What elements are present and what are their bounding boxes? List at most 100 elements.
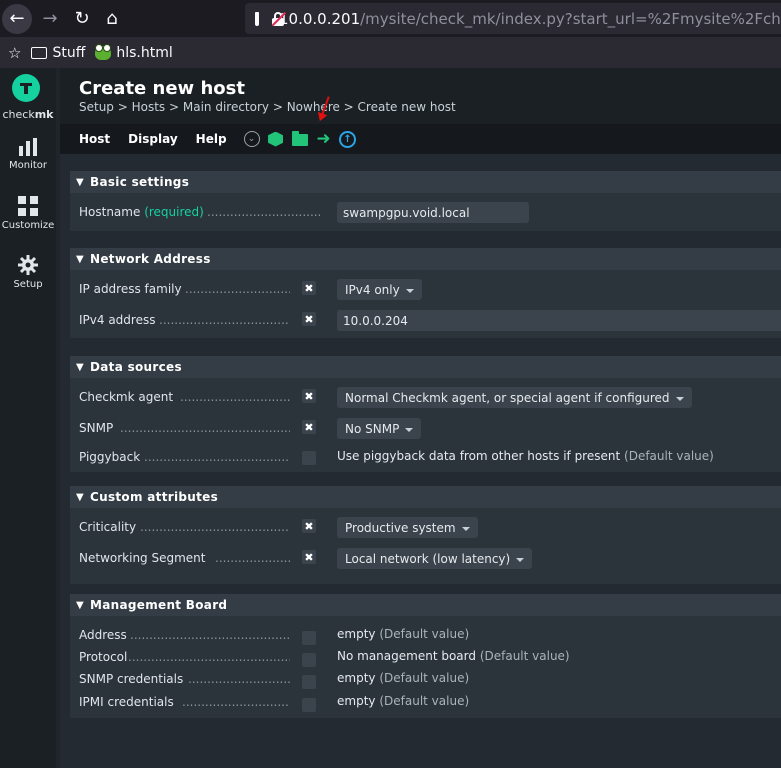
leader-dots: .............................. (185, 282, 290, 296)
mgmt-protocol-label: Protocol (79, 650, 128, 664)
collapse-triangle-icon: ▼ (76, 491, 84, 503)
mgmt-address-value: empty (Default value) (337, 627, 470, 641)
sidebar: checkmk Monitor Customize Setup (0, 68, 56, 768)
upload-circle-icon[interactable]: ↑ (339, 130, 357, 148)
leader-dots: ........................................… (130, 628, 290, 642)
chevron-down-icon (405, 288, 414, 293)
mgmt-snmp-cred-label: SNMP credentials (79, 672, 184, 686)
hostname-row: Hostname (required) ....................… (70, 202, 781, 224)
snmp-row: SNMP ...................................… (70, 418, 781, 440)
back-button[interactable]: ← (2, 3, 32, 34)
sidebar-item-setup[interactable]: Setup (0, 255, 56, 290)
mgmt-protocol-row: Protocol ...............................… (70, 647, 781, 669)
criticality-checkbox[interactable]: ✖ (302, 519, 316, 533)
bookmark-hls[interactable]: hls.html (95, 43, 173, 61)
leader-dots: ........................................… (140, 520, 290, 534)
criticality-dropdown[interactable]: Productive system (337, 517, 478, 538)
checkmk-logo-icon[interactable] (12, 74, 40, 102)
chevron-down-icon (461, 526, 470, 531)
piggyback-row: Piggyback ..............................… (70, 447, 781, 469)
ip-family-dropdown[interactable]: IPv4 only (337, 279, 422, 300)
toggle-suggestions-icon[interactable]: ⌄ (243, 130, 261, 148)
mgmt-snmp-cred-row: SNMP credentials .......................… (70, 669, 781, 691)
sidebar-item-customize[interactable]: Customize (0, 196, 56, 231)
leader-dots: .............................. (207, 205, 320, 219)
section-header[interactable]: ▼ Management Board (70, 594, 781, 616)
mgmt-ipmi-checkbox[interactable] (302, 698, 316, 712)
mgmt-address-checkbox[interactable] (302, 631, 316, 645)
page-title: Create new host (79, 78, 245, 99)
chevron-down-icon (405, 427, 414, 432)
mgmt-protocol-checkbox[interactable] (302, 653, 316, 667)
tracking-shield-icon[interactable] (255, 11, 259, 26)
bar-chart-icon (19, 138, 37, 156)
piggyback-value: Use piggyback data from other hosts if p… (337, 449, 714, 463)
url-text[interactable]: 10.0.0.201/mysite/check_mk/index.py?star… (279, 10, 781, 28)
menu-display[interactable]: Display (128, 132, 177, 146)
gear-icon (18, 255, 38, 275)
ipv4-checkbox[interactable]: ✖ (302, 312, 316, 326)
section-header[interactable]: ▼ Network Address (70, 248, 781, 270)
mgmt-snmp-cred-value: empty (Default value) (337, 671, 470, 685)
criticality-row: Criticality ............................… (70, 517, 781, 539)
url-bar[interactable]: 10.0.0.201/mysite/check_mk/index.py?star… (245, 3, 781, 34)
toolbar-icons: ⌄ ➜ ↑ (243, 130, 363, 148)
mgmt-ipmi-value: empty (Default value) (337, 694, 470, 708)
ip-family-checkbox[interactable]: ✖ (302, 281, 316, 295)
mgmt-address-row: Address ................................… (70, 625, 781, 647)
leader-dots: .............................. (180, 390, 290, 404)
lightning-bolt-icon[interactable]: ➜ (315, 130, 333, 148)
agent-row: Checkmk agent ..........................… (70, 387, 781, 409)
piggyback-label: Piggyback (79, 450, 141, 464)
browser-toolbar: ← → ↻ ⌂ 10.0.0.201/mysite/check_mk/index… (0, 0, 781, 37)
leader-dots: ............................ (188, 672, 290, 686)
section-custom-attributes: ▼ Custom attributes Criticality .........… (70, 486, 781, 584)
grid-icon (18, 196, 38, 216)
sidebar-item-label: Setup (13, 279, 43, 290)
ip-family-row: IP address family ......................… (70, 279, 781, 301)
breadcrumb[interactable]: Setup > Hosts > Main directory > Nowhere… (79, 100, 456, 114)
section-header[interactable]: ▼ Custom attributes (70, 486, 781, 508)
save-host-cube-icon[interactable] (267, 130, 285, 148)
section-basic-settings: ▼ Basic settings Hostname (required) ....… (70, 171, 781, 231)
snmp-dropdown[interactable]: No SNMP (337, 418, 422, 439)
leader-dots: ........................................ (144, 450, 290, 464)
agent-checkbox[interactable]: ✖ (302, 389, 316, 403)
ipv4-input[interactable]: 10.0.0.204 (337, 310, 781, 331)
save-folder-icon[interactable] (291, 130, 309, 148)
collapse-triangle-icon: ▼ (76, 599, 84, 611)
leader-dots: ........................................… (120, 421, 290, 435)
menu-host[interactable]: Host (79, 132, 110, 146)
star-icon[interactable]: ☆ (8, 44, 21, 62)
mgmt-snmp-cred-checkbox[interactable] (302, 675, 316, 689)
forward-button[interactable]: → (36, 5, 64, 33)
snmp-label: SNMP (79, 421, 114, 435)
mgmt-protocol-value: No management board (Default value) (337, 649, 570, 663)
mgmt-ipmi-row: IPMI credentials .......................… (70, 692, 781, 714)
piggyback-checkbox[interactable] (302, 451, 316, 465)
reload-button[interactable]: ↻ (68, 5, 96, 33)
agent-dropdown[interactable]: Normal Checkmk agent, or special agent i… (337, 387, 692, 408)
segment-row: Networking Segment .................... … (70, 548, 781, 570)
collapse-triangle-icon: ▼ (76, 253, 84, 265)
bookmark-stuff[interactable]: Stuff (31, 45, 85, 61)
agent-label: Checkmk agent (79, 390, 174, 404)
sidebar-item-monitor[interactable]: Monitor (0, 138, 56, 171)
leader-dots: ...................................... (159, 313, 290, 327)
collapse-triangle-icon: ▼ (76, 361, 84, 373)
collapse-triangle-icon: ▼ (76, 176, 84, 188)
section-management-board: ▼ Management Board Address ..............… (70, 594, 781, 718)
logo-text: checkmk (2, 108, 54, 121)
menu-help[interactable]: Help (196, 132, 227, 146)
section-header[interactable]: ▼ Data sources (70, 356, 781, 378)
hostname-input[interactable]: swampgpu.void.local (337, 202, 529, 223)
chevron-down-icon (516, 557, 525, 562)
mgmt-ipmi-label: IPMI credentials (79, 695, 174, 709)
segment-checkbox[interactable]: ✖ (302, 550, 316, 564)
section-header[interactable]: ▼ Basic settings (70, 171, 781, 193)
home-button[interactable]: ⌂ (98, 5, 126, 33)
segment-dropdown[interactable]: Local network (low latency) (337, 548, 533, 569)
sidebar-item-label: Monitor (8, 160, 47, 171)
snmp-checkbox[interactable]: ✖ (302, 420, 316, 434)
leader-dots: .............................. (182, 695, 290, 709)
